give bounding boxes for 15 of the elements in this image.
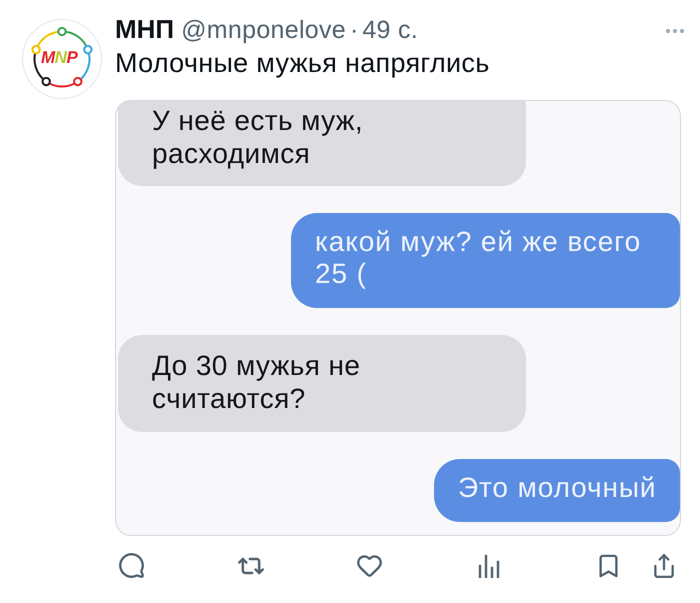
chat-screenshot[interactable]: У неё есть муж, расходимся какой муж? ей же всего 25 ( До 30 мужья не считаются? Это молочный <box>115 100 681 536</box>
message-text: До 30 мужья не считаются? <box>152 349 362 415</box>
author-handle[interactable]: @mnponelove <box>181 14 346 44</box>
bar-chart-icon[interactable] <box>478 554 500 578</box>
share-icon[interactable] <box>651 552 677 578</box>
post-time[interactable]: 49 с. <box>362 14 418 44</box>
post-text: Молочные мужья напряглись <box>115 48 491 78</box>
author-name[interactable]: МНП <box>115 14 174 44</box>
reply-icon[interactable] <box>118 552 145 579</box>
avatar[interactable]: MNP <box>22 19 102 99</box>
message-text: У неё есть муж, расходимся <box>152 104 364 170</box>
separator-dot: · <box>350 14 358 44</box>
message-text: какой муж? ей же всего 25 ( <box>315 226 642 290</box>
message-text: Это молочный <box>458 472 658 504</box>
logo-text: MNP <box>41 48 78 68</box>
